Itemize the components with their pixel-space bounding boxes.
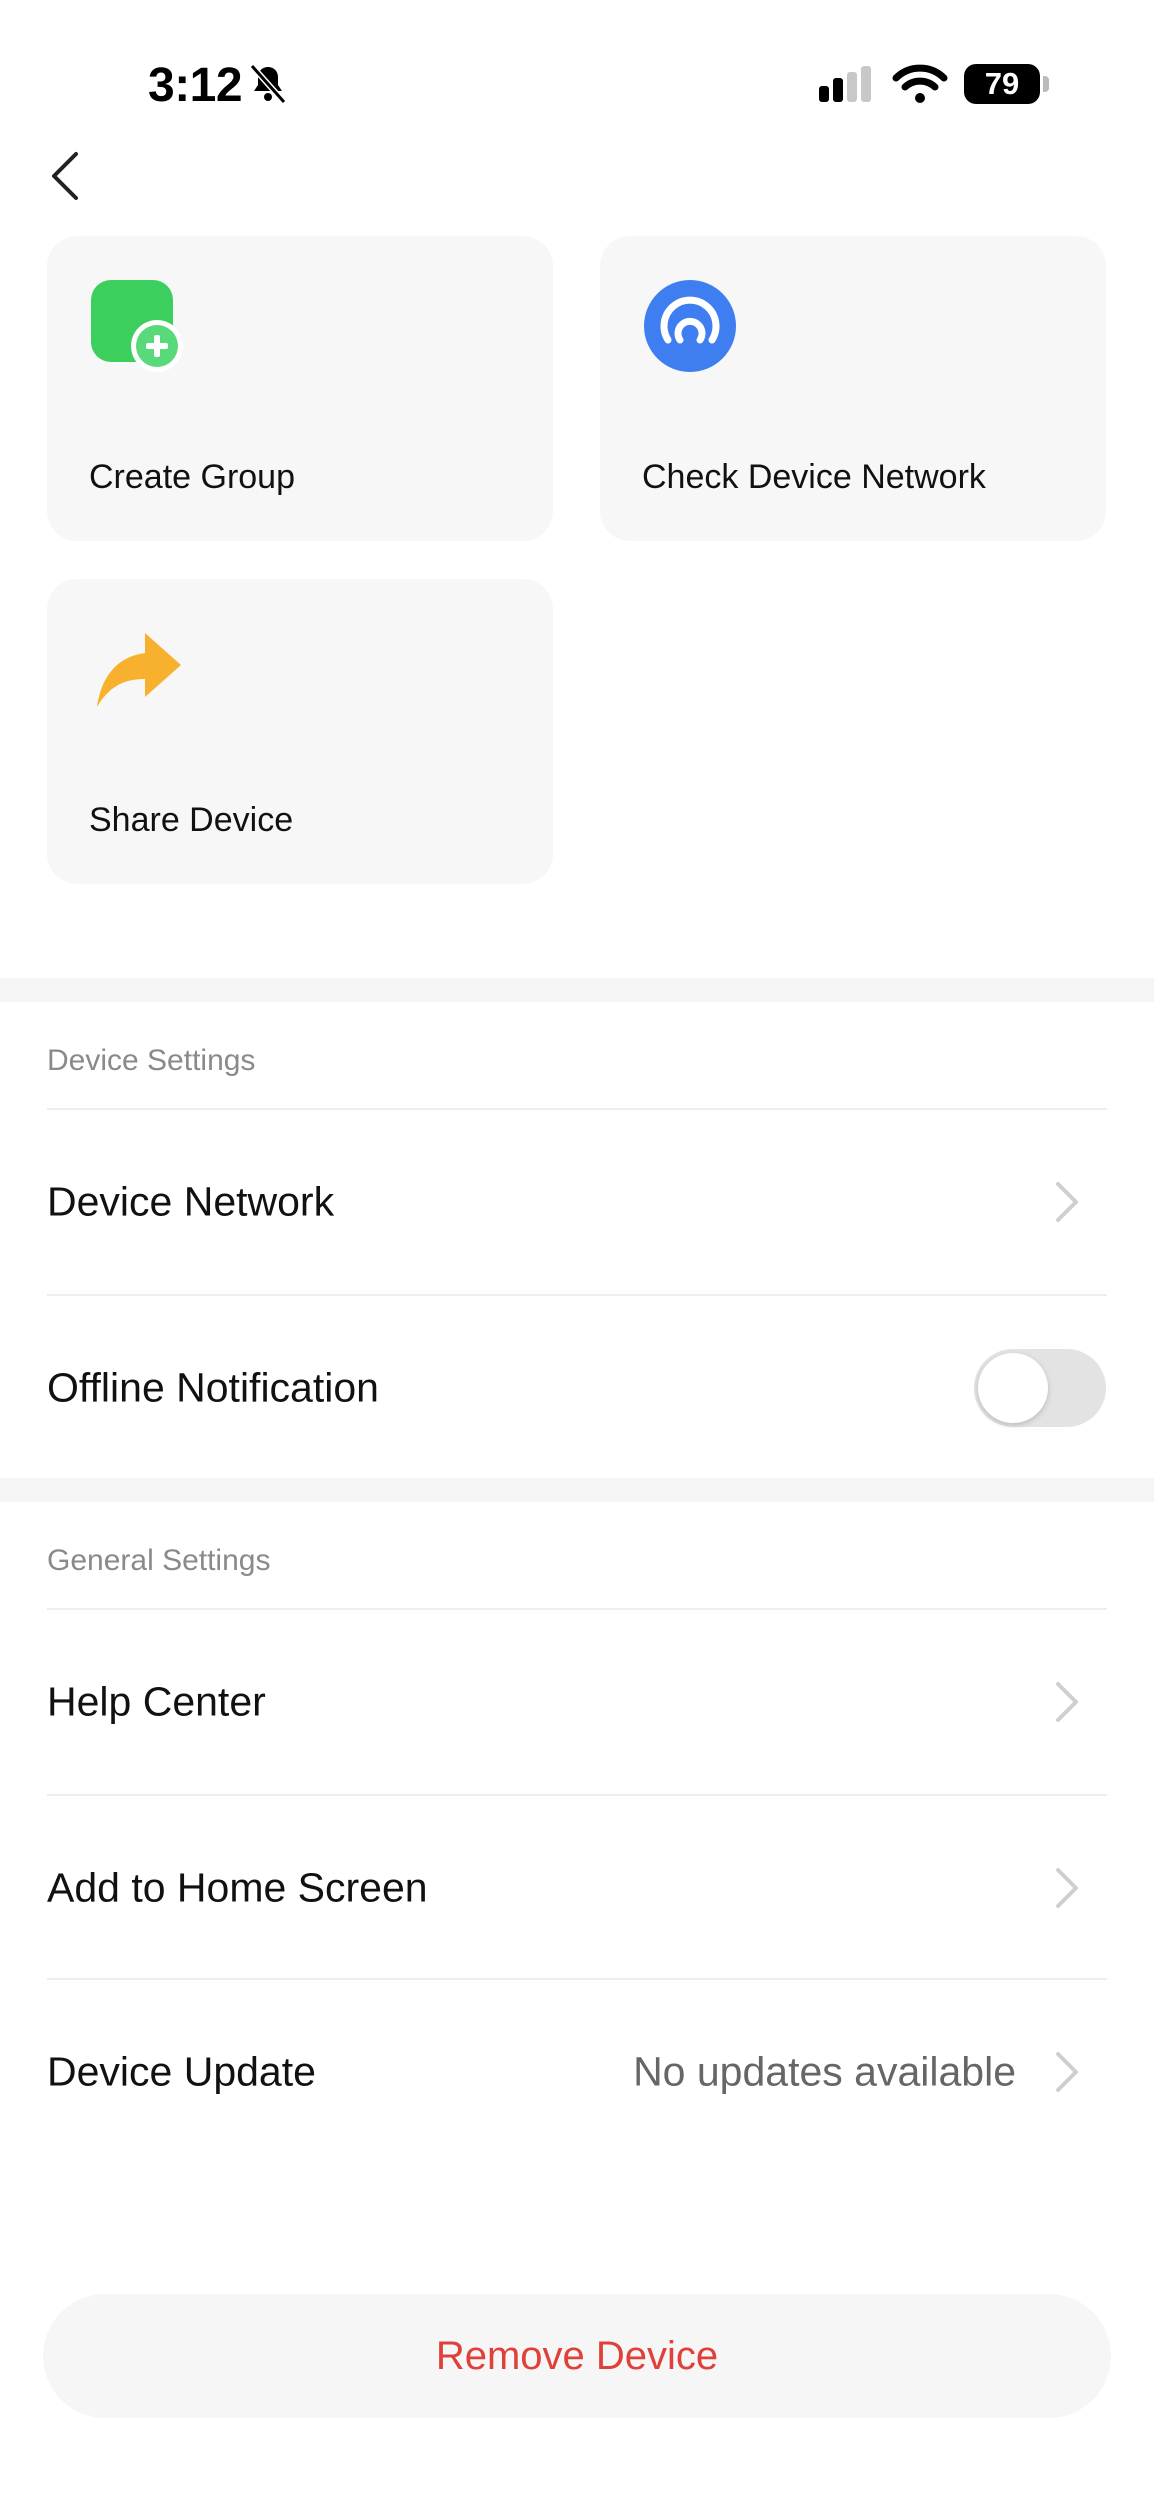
network-check-icon: [644, 280, 736, 372]
check-device-network-label: Check Device Network: [642, 458, 986, 496]
chevron-right-icon: [1056, 2052, 1078, 2092]
share-arrow-icon: [97, 633, 181, 707]
chevron-right-icon: [1056, 1682, 1078, 1722]
device-network-label: Device Network: [47, 1178, 335, 1225]
help-center-label: Help Center: [47, 1678, 266, 1725]
help-center-row[interactable]: Help Center: [0, 1610, 1154, 1794]
section-divider: [0, 978, 1154, 1002]
battery-nub: [1043, 76, 1049, 92]
share-device-label: Share Device: [89, 801, 294, 839]
share-device-card[interactable]: Share Device: [47, 579, 553, 884]
signal-icon: [819, 66, 871, 102]
battery-level: 79: [984, 66, 1020, 101]
chevron-right-icon: [1056, 1182, 1078, 1222]
offline-notification-row: Offline Notification: [0, 1296, 1154, 1480]
wifi-icon: [892, 64, 948, 103]
status-time: 3:12: [148, 59, 243, 112]
back-button[interactable]: [42, 148, 90, 204]
device-update-row[interactable]: Device Update No updates available: [0, 1980, 1154, 2164]
create-group-card[interactable]: Create Group: [47, 236, 553, 541]
add-to-home-screen-row[interactable]: Add to Home Screen: [0, 1796, 1154, 1980]
create-group-icon: [91, 280, 183, 372]
general-settings-title: General Settings: [47, 1544, 271, 1577]
device-settings-page: 3:12 79 Create Group Check Device Networ…: [0, 0, 1154, 2508]
battery-icon: 79: [964, 64, 1040, 104]
toggle-knob: [978, 1353, 1048, 1423]
device-settings-title: Device Settings: [47, 1044, 256, 1077]
bell-off-icon: [249, 64, 287, 104]
remove-device-button[interactable]: Remove Device: [43, 2294, 1111, 2418]
device-network-row[interactable]: Device Network: [0, 1110, 1154, 1294]
chevron-right-icon: [1056, 1868, 1078, 1908]
device-update-status: No updates available: [633, 2048, 1016, 2095]
add-to-home-screen-label: Add to Home Screen: [47, 1864, 428, 1911]
device-update-label: Device Update: [47, 2048, 316, 2095]
section-divider: [0, 1478, 1154, 1502]
status-bar: 3:12 79: [0, 0, 1154, 150]
offline-notification-toggle[interactable]: [974, 1349, 1106, 1427]
create-group-label: Create Group: [89, 458, 295, 496]
offline-notification-label: Offline Notification: [47, 1364, 379, 1411]
check-device-network-card[interactable]: Check Device Network: [600, 236, 1106, 541]
